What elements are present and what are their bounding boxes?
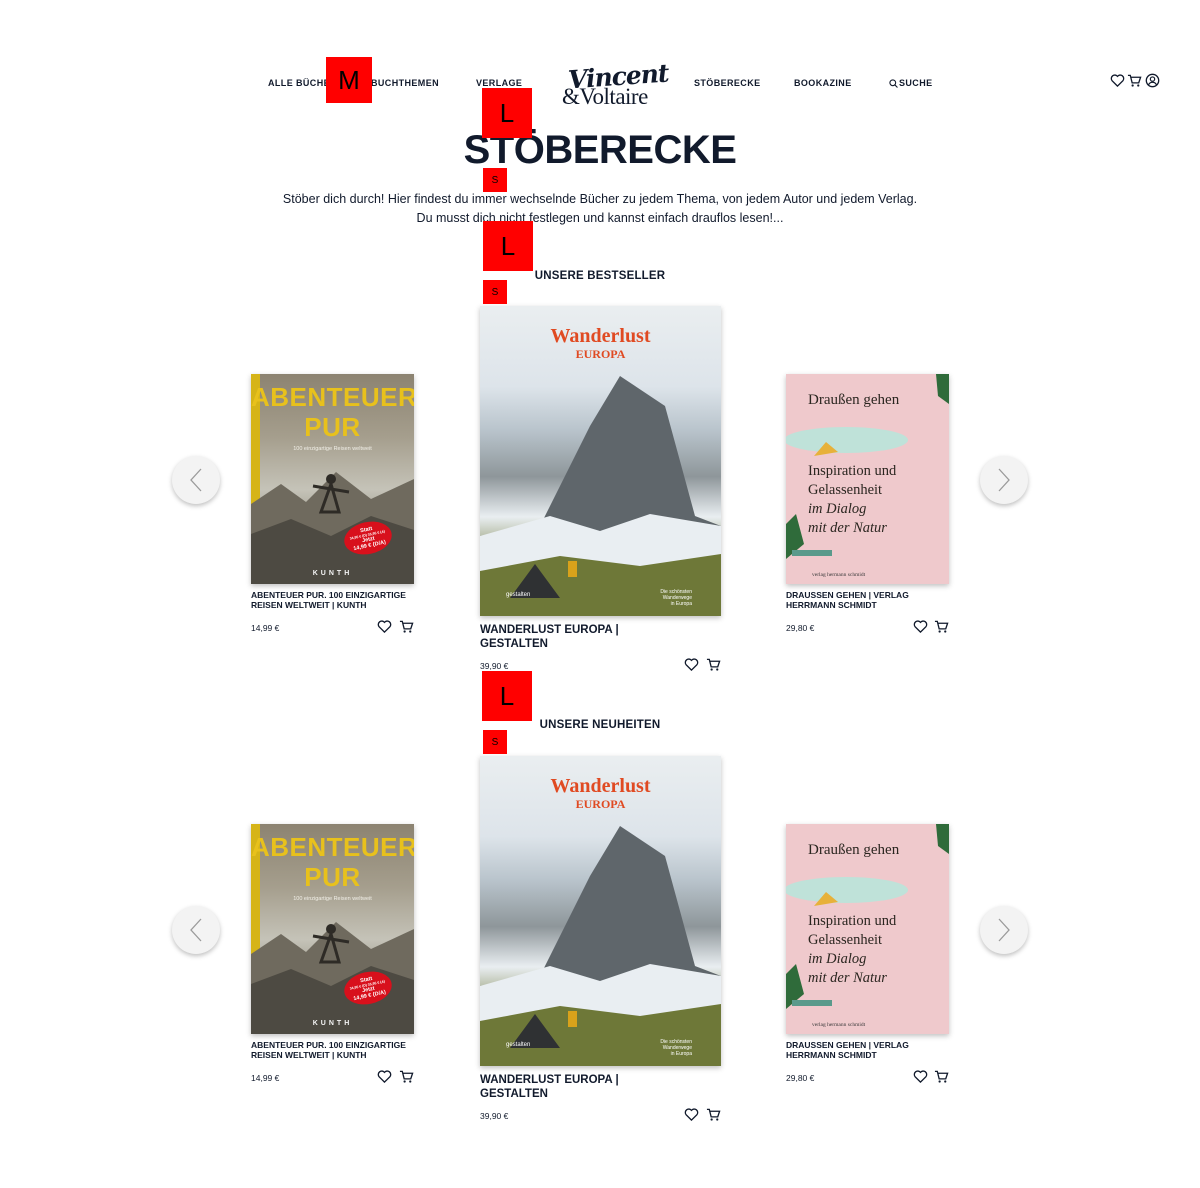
- cart-icon[interactable]: [706, 1107, 721, 1122]
- cover-sub-line1: Inspiration und: [808, 913, 897, 929]
- cover-title-line1: ABENTEUER: [251, 832, 414, 862]
- cover-tagline: Die schönsten Wanderwege in Europa: [630, 589, 692, 607]
- cover-sub-line2: Gelassenheit: [808, 932, 883, 948]
- chevron-right-icon: [998, 468, 1010, 492]
- nav-bookazine[interactable]: BOOKAZINE: [794, 78, 852, 88]
- cover-publisher: gestalten: [506, 592, 531, 598]
- cover-publisher: verlag hermann schmidt: [812, 1022, 866, 1028]
- chevron-right-icon: [998, 918, 1010, 942]
- cover-tagline: Die schönsten Wanderwege in Europa: [630, 1039, 692, 1057]
- book-price: 39,90 €: [480, 661, 509, 671]
- book-title[interactable]: ABENTEUER PUR. 100 EINZIGARTIGE REISEN W…: [251, 1040, 421, 1061]
- cart-icon[interactable]: [706, 657, 721, 672]
- book-title[interactable]: DRAUSSEN GEHEN | VERLAG HERRMANN SCHMIDT: [786, 1040, 956, 1061]
- book-title[interactable]: ABENTEUER PUR. 100 EINZIGARTIGE REISEN W…: [251, 590, 421, 611]
- heart-icon[interactable]: [377, 1069, 392, 1084]
- nav-buchthemen[interactable]: BUCHTHEMEN: [371, 78, 439, 88]
- cover-publisher: gestalten: [506, 1042, 531, 1048]
- carousel-prev-button[interactable]: [172, 906, 220, 954]
- section-title-neuheiten: UNSERE NEUHEITEN: [539, 719, 661, 731]
- badge-l: L: [482, 671, 532, 721]
- logo-line2: &Voltaire: [562, 84, 648, 109]
- cover-title: Draußen gehen: [808, 392, 900, 408]
- book-cover-wanderlust-europa[interactable]: Wanderlust EUROPA gestalten Die schönste…: [480, 756, 721, 1066]
- tagline-text: Die schönsten Wanderwege: [660, 589, 692, 601]
- nav-stoeberecke[interactable]: STÖBERECKE: [694, 78, 761, 88]
- cart-icon[interactable]: [399, 619, 414, 634]
- cover-publisher: verlag hermann schmidt: [812, 572, 866, 578]
- logo[interactable]: Vincent &Voltaire: [560, 59, 669, 112]
- cart-icon[interactable]: [934, 1069, 949, 1084]
- cart-icon[interactable]: [399, 1069, 414, 1084]
- badge-m: M: [326, 57, 372, 103]
- cover-title-line2: PUR: [304, 862, 361, 892]
- badge-s: S: [483, 168, 507, 192]
- book-cover-draussen-gehen[interactable]: Draußen gehen Inspiration und Gelassenhe…: [786, 374, 949, 584]
- book-price: 14,99 €: [251, 623, 280, 633]
- book-title[interactable]: DRAUSSEN GEHEN | VERLAG HERRMANN SCHMIDT: [786, 590, 956, 611]
- cover-title-line2: EUROPA: [575, 797, 626, 811]
- cover-title-line1: Wanderlust: [550, 325, 651, 347]
- user-icon[interactable]: [1145, 73, 1160, 88]
- heart-icon[interactable]: [1110, 73, 1125, 88]
- cover-subtitle: 100 einzigartige Reisen weltweit: [293, 896, 372, 902]
- intro-line-1: Stöber dich durch! Hier findest du immer…: [282, 192, 918, 206]
- mountain-illustration: [480, 826, 721, 1066]
- cover-sub-line1: Inspiration und: [808, 463, 897, 479]
- book-price: 39,90 €: [480, 1111, 509, 1121]
- cover-publisher: KUNTH: [312, 570, 353, 577]
- chevron-left-icon: [190, 468, 202, 492]
- book-price: 29,80 €: [786, 623, 815, 633]
- cover-title-line1: ABENTEUER: [251, 382, 414, 412]
- cover-title-line2: PUR: [304, 412, 361, 442]
- book-cover-wanderlust-europa[interactable]: Wanderlust EUROPA gestalten Die schönste…: [480, 306, 721, 616]
- book-cover-abenteuer-pur[interactable]: ABENTEUER PUR 100 einzigartige Reisen we…: [251, 824, 414, 1034]
- cart-icon[interactable]: [934, 619, 949, 634]
- intro-line-2: Du musst dich nicht festlegen und kannst…: [416, 211, 784, 225]
- section-title-bestseller: UNSERE BESTSELLER: [534, 270, 666, 282]
- carousel-next-button[interactable]: [980, 906, 1028, 954]
- badge-l: L: [482, 88, 532, 138]
- cover-sub-line3: im Dialog: [808, 501, 867, 517]
- tagline-text: in Europa: [670, 601, 692, 607]
- tagline-text: Die schönsten Wanderwege: [660, 1039, 692, 1051]
- cover-sub-line2: Gelassenheit: [808, 482, 883, 498]
- cover-sub-line4: mit der Natur: [808, 970, 887, 986]
- tagline-text: in Europa: [670, 1051, 692, 1057]
- book-cover-abenteuer-pur[interactable]: ABENTEUER PUR 100 einzigartige Reisen we…: [251, 374, 414, 584]
- heart-icon[interactable]: [377, 619, 392, 634]
- heart-icon[interactable]: [913, 1069, 928, 1084]
- mountain-illustration: [480, 376, 721, 616]
- badge-s: S: [483, 280, 507, 304]
- book-title[interactable]: WANDERLUST EUROPA | GESTALTEN: [480, 623, 650, 651]
- nav-verlage[interactable]: VERLAGE: [476, 78, 522, 88]
- badge-l: L: [483, 221, 533, 271]
- cover-publisher: KUNTH: [312, 1020, 353, 1027]
- carousel-prev-button[interactable]: [172, 456, 220, 504]
- book-price: 29,80 €: [786, 1073, 815, 1083]
- book-cover-draussen-gehen[interactable]: Draußen gehen Inspiration und Gelassenhe…: [786, 824, 949, 1034]
- cover-subtitle: 100 einzigartige Reisen weltweit: [293, 446, 372, 452]
- page-title: STÖBERECKE: [463, 128, 737, 172]
- heart-icon[interactable]: [684, 657, 699, 672]
- cover-title: Draußen gehen: [808, 842, 900, 858]
- chevron-left-icon: [190, 918, 202, 942]
- heart-icon[interactable]: [684, 1107, 699, 1122]
- cover-title-line2: EUROPA: [575, 347, 626, 361]
- cover-sub-line3: im Dialog: [808, 951, 867, 967]
- heart-icon[interactable]: [913, 619, 928, 634]
- cover-title-line1: Wanderlust: [550, 775, 651, 797]
- cart-icon[interactable]: [1127, 73, 1142, 88]
- book-price: 14,99 €: [251, 1073, 280, 1083]
- cover-sub-line4: mit der Natur: [808, 520, 887, 536]
- book-title[interactable]: WANDERLUST EUROPA | GESTALTEN: [480, 1073, 650, 1101]
- search-icon[interactable]: [889, 79, 898, 88]
- nav-suche[interactable]: SUCHE: [899, 78, 933, 88]
- badge-s: S: [483, 730, 507, 754]
- carousel-next-button[interactable]: [980, 456, 1028, 504]
